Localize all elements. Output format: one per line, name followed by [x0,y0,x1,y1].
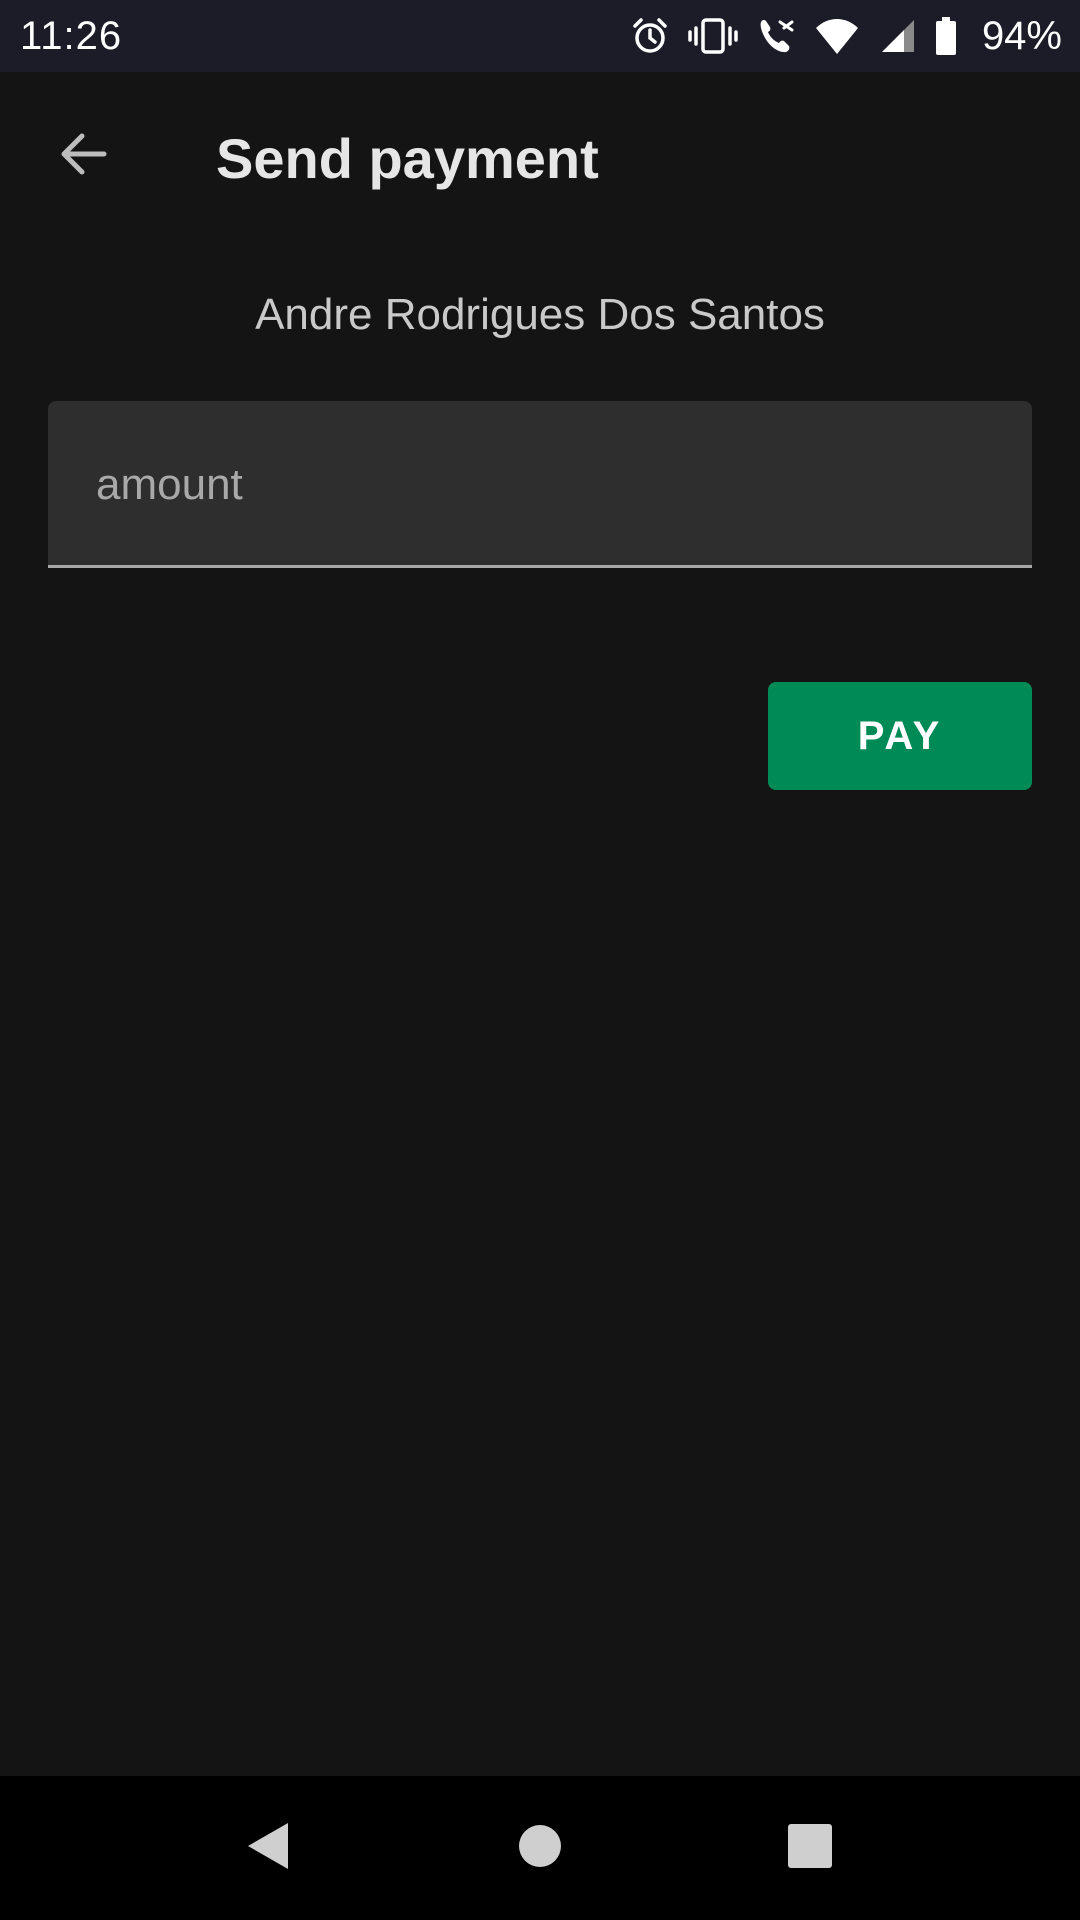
page-title: Send payment [216,127,599,190]
nav-back-icon [244,1821,292,1876]
nav-home-icon [518,1824,562,1873]
arrow-left-icon [56,126,112,187]
cell-signal-icon [878,16,916,56]
amount-input[interactable] [96,455,976,515]
status-bar: 11:26 94% [0,0,1080,72]
nav-recents-button[interactable] [740,1776,880,1920]
vibrate-icon [688,16,738,56]
recipient-name: Andre Rodrigues Dos Santos [255,290,825,339]
pay-button[interactable]: PAY [768,682,1032,790]
nav-home-button[interactable] [470,1776,610,1920]
wifi-calling-icon [756,16,796,56]
status-icons: 94% [630,14,1062,59]
nav-recents-icon [787,1823,833,1874]
nav-back-button[interactable] [198,1776,338,1920]
alarm-icon [630,16,670,56]
status-time: 11:26 [20,13,123,58]
wifi-icon [814,16,860,56]
send-payment-screen: 11:26 94% Send payment Andre Rodrigues D… [0,0,1080,1920]
amount-field[interactable] [48,401,1032,568]
app-bar: Send payment [0,72,1080,242]
battery-percent: 94% [981,13,1062,58]
system-nav-bar [0,1776,1080,1920]
back-button[interactable] [40,112,128,200]
battery-icon [934,16,958,56]
